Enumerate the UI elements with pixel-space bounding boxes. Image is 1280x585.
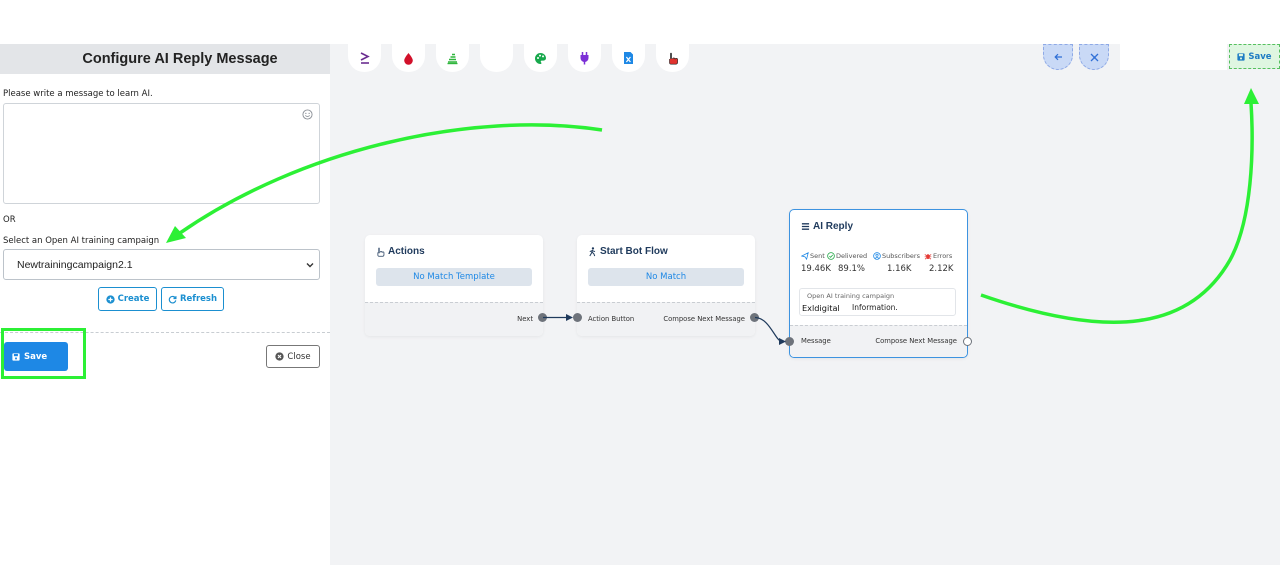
port-ai-in[interactable] <box>785 337 794 346</box>
list-icon <box>801 223 810 230</box>
stat-subscribers: Subscribers <box>873 252 920 260</box>
campaign-label: Select an Open AI training campaign <box>3 236 160 246</box>
close-circle-icon <box>275 352 285 361</box>
panel-title: Configure AI Reply Message <box>82 51 278 67</box>
ai-campaign-label: Open AI training campaign <box>807 292 895 300</box>
flow-canvas[interactable]: Save Actions No Match Template Next Star… <box>330 44 1280 565</box>
stat-errors: Errors <box>924 252 952 260</box>
refresh-button[interactable]: Refresh <box>161 287 224 311</box>
message-prompt-label: Please write a message to learn AI. <box>3 89 153 99</box>
tool-blank[interactable] <box>480 44 513 72</box>
stat-errors-value: 2.12K <box>929 264 954 274</box>
stat-sent: Sent <box>801 252 825 260</box>
node-start-in-label: Action Button <box>588 315 635 323</box>
node-actions-out-label: Next <box>517 315 533 323</box>
refresh-label: Refresh <box>179 294 218 304</box>
expand-icon <box>1090 53 1098 61</box>
node-start-bot-flow[interactable]: Start Bot Flow No Match Action Button Co… <box>577 235 755 336</box>
arrow-left-icon <box>1053 53 1062 61</box>
message-textarea[interactable] <box>3 103 320 204</box>
node-start-out-label: Compose Next Message <box>663 315 745 323</box>
pointer-hand-icon <box>668 52 678 64</box>
node-ai-reply[interactable]: AI Reply Sent Delivered Subscribers Erro… <box>789 209 968 358</box>
tool-greater-equal[interactable] <box>348 44 381 72</box>
send-icon <box>801 252 809 260</box>
refresh-icon <box>168 295 177 304</box>
save-highlight-box <box>1 328 86 379</box>
drop-icon <box>404 52 413 65</box>
node-start-title: Start Bot Flow <box>600 246 668 257</box>
bug-icon <box>924 254 932 260</box>
plus-circle-icon <box>105 294 115 304</box>
node-actions-title: Actions <box>388 246 425 257</box>
port-start-in[interactable] <box>573 313 582 322</box>
chevron-down-icon <box>306 263 314 268</box>
fit-view-button[interactable] <box>1079 44 1109 70</box>
node-ai-title: AI Reply <box>813 221 854 232</box>
toolbar-blank-area <box>1120 44 1227 70</box>
tool-stack[interactable] <box>436 44 469 72</box>
pointer-hand-icon <box>377 247 385 257</box>
node-actions-pill[interactable]: No Match Template <box>376 268 532 286</box>
stat-errors-label: Errors <box>933 252 953 260</box>
toolbar-save-button[interactable]: Save <box>1229 44 1280 69</box>
node-actions-title-row: Actions <box>376 246 425 257</box>
or-label: OR <box>3 215 16 225</box>
ai-campaign-value: Information. <box>852 303 898 312</box>
stat-subscribers-value: 1.16K <box>887 264 912 274</box>
tool-excel-file[interactable] <box>612 44 645 72</box>
node-start-pill[interactable]: No Match <box>588 268 744 286</box>
port-ai-out[interactable] <box>963 337 972 346</box>
tool-palette[interactable] <box>524 44 557 72</box>
palette-icon <box>535 52 546 64</box>
greater-equal-icon <box>360 52 370 64</box>
plug-icon <box>580 52 589 65</box>
toolbar-save-label: Save <box>1248 51 1272 62</box>
create-button[interactable]: Create <box>98 287 157 311</box>
close-button[interactable]: Close <box>266 345 320 368</box>
node-start-footer: Action Button Compose Next Message <box>577 302 755 336</box>
panel-header: Configure AI Reply Message <box>0 44 330 74</box>
ai-campaign-box[interactable]: Open AI training campaign Exldigital Inf… <box>799 288 956 316</box>
campaign-select[interactable]: Newtrainingcampaign2.1 <box>3 249 320 280</box>
tool-pointer-hand[interactable] <box>656 44 689 72</box>
port-start-out[interactable] <box>750 313 759 322</box>
node-ai-out-label: Compose Next Message <box>875 337 957 345</box>
stack-icon <box>447 53 458 64</box>
campaign-selected-value: Newtrainingcampaign2.1 <box>17 258 133 271</box>
stat-delivered-value: 89.1% <box>838 264 866 274</box>
stat-subscribers-label: Subscribers <box>882 252 920 260</box>
ai-campaign-brand: Exldigital <box>802 303 840 313</box>
check-circle-icon <box>827 252 835 260</box>
close-label: Close <box>287 351 311 362</box>
floppy-disk-icon <box>1237 52 1246 61</box>
person-walking-icon <box>589 246 596 256</box>
node-start-title-row: Start Bot Flow <box>588 246 668 257</box>
configure-panel: Configure AI Reply Message Please write … <box>0 44 330 585</box>
node-ai-footer: Message Compose Next Message <box>790 325 967 357</box>
back-button[interactable] <box>1043 44 1073 70</box>
node-actions-footer: Next <box>365 302 543 336</box>
emoji-icon[interactable] <box>302 109 313 120</box>
user-circle-icon <box>873 252 881 260</box>
node-ai-title-row: AI Reply <box>801 221 853 232</box>
create-label: Create <box>117 294 150 304</box>
stat-sent-value: 19.46K <box>801 264 831 274</box>
stat-sent-label: Sent <box>810 252 825 260</box>
node-ai-in-label: Message <box>801 337 831 345</box>
tool-drop[interactable] <box>392 44 425 72</box>
stat-delivered-label: Delivered <box>836 252 868 260</box>
stat-delivered: Delivered <box>827 252 867 260</box>
node-actions[interactable]: Actions No Match Template Next <box>365 235 543 336</box>
port-actions-out[interactable] <box>538 313 547 322</box>
excel-file-icon <box>624 52 633 64</box>
tool-plug[interactable] <box>568 44 601 72</box>
